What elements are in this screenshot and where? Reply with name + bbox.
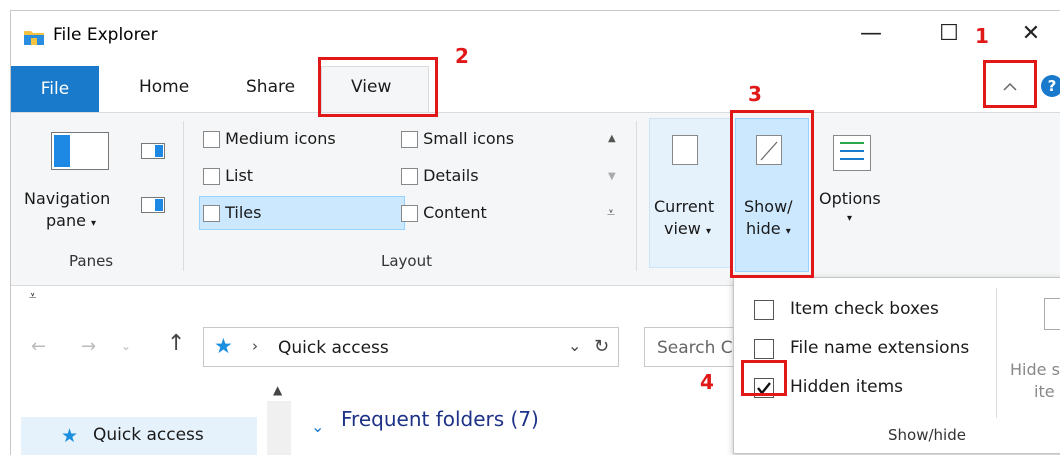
nav-pane-scrollbar[interactable] [267,401,291,455]
current-view-button[interactable]: Current view ▾ [649,118,731,268]
medium-icons-icon [203,131,220,148]
breadcrumb-separator-icon: › [252,337,258,355]
nav-pane-scroll-up-icon[interactable]: ▲ [273,383,282,397]
separator [183,121,184,271]
layout-small-icons[interactable]: Small icons [401,129,514,148]
annotation-box-collapse-ribbon [983,60,1037,108]
navigation-pane-label-1[interactable]: Navigation [24,189,110,208]
details-icon [401,168,418,185]
file-name-extensions-checkbox[interactable] [754,339,774,359]
item-check-boxes-checkbox[interactable] [754,300,774,320]
search-box[interactable]: Search C [644,327,744,367]
tab-home[interactable]: Home [139,77,189,97]
hidden-items-label[interactable]: Hidden items [790,377,903,397]
details-pane-icon[interactable] [141,197,165,213]
content-icon [401,205,418,222]
current-view-icon [672,135,698,165]
tab-share[interactable]: Share [246,77,295,97]
nav-pane-quick-access[interactable]: ★ Quick access [21,417,257,455]
app-icon [23,27,45,47]
layout-scroll-up-icon[interactable]: ▲ [608,133,616,144]
layout-expand-icon[interactable]: ⩡ [607,205,615,221]
close-button[interactable]: ✕ [1011,21,1051,46]
annotation-number-3: 3 [748,82,762,106]
options-icon [833,135,871,171]
options-dropdown-icon[interactable]: ▾ [847,213,852,224]
layout-gallery: Medium icons Small icons List Details Ti… [193,123,593,235]
options-button[interactable]: Options [819,189,881,208]
annotation-box-view-tab [318,57,438,117]
customize-toolbar-icon[interactable]: ⩡ [29,289,36,304]
hide-selected-label-2[interactable]: ite [1034,382,1055,401]
annotation-number-1: 1 [975,24,989,48]
annotation-box-show-hide [730,110,814,278]
layout-content[interactable]: Content [401,203,487,222]
hide-selected-label-1[interactable]: Hide se [1010,360,1060,379]
window-title: File Explorer [53,25,158,45]
layout-medium-icons[interactable]: Medium icons [203,129,336,148]
tab-file[interactable]: File [11,66,99,112]
navigation-pane-label-2[interactable]: pane ▾ [46,211,96,230]
maximize-button[interactable]: ☐ [929,21,969,46]
preview-pane-icon[interactable] [141,143,165,159]
list-icon [203,168,220,185]
panes-group-label: Panes [69,252,114,270]
layout-details[interactable]: Details [401,166,479,185]
frequent-folders-header[interactable]: Frequent folders (7) [341,407,539,431]
collapse-section-icon[interactable]: ⌄ [311,417,324,436]
annotation-number-2: 2 [455,44,469,68]
separator [996,288,997,418]
forward-button[interactable]: → [81,336,96,357]
refresh-icon[interactable]: ↻ [594,336,609,357]
address-dropdown-icon[interactable]: ⌄ [568,336,581,355]
up-button[interactable]: ↑ [167,331,185,356]
current-view-label-2: view ▾ [664,219,711,238]
help-icon[interactable]: ? [1041,75,1060,97]
minimize-button[interactable]: — [851,21,891,46]
show-hide-group-label: Show/hide [888,426,966,444]
hide-selected-icon [1044,298,1060,330]
annotation-number-4: 4 [700,370,714,394]
back-button[interactable]: ← [31,336,46,357]
quick-access-star-icon: ★ [61,425,79,447]
annotation-box-hidden-items [741,360,787,396]
current-view-label-1: Current [654,197,715,216]
ribbon: Navigation pane ▾ Panes Medium icons Sma… [11,112,1060,286]
layout-list[interactable]: List [203,166,253,185]
layout-group-label: Layout [381,252,432,270]
file-explorer-window: File Explorer — ☐ ✕ File Home Share View… [10,10,1060,455]
search-placeholder: Search C [657,338,733,358]
quick-access-star-icon: ★ [214,334,233,358]
tiles-icon [203,205,220,222]
recent-locations-icon[interactable]: ⌄ [121,339,131,353]
layout-tiles[interactable]: Tiles [203,203,261,222]
small-icons-icon [401,131,418,148]
address-bar[interactable]: ★ › Quick access ⌄ ↻ [203,327,619,367]
separator [636,121,637,271]
item-check-boxes-label[interactable]: Item check boxes [790,299,939,319]
file-name-extensions-label[interactable]: File name extensions [790,338,969,358]
address-path[interactable]: Quick access [278,338,389,358]
quick-access-label: Quick access [93,425,204,445]
navigation-pane-icon [51,132,109,170]
layout-scroll-down-icon[interactable]: ▼ [608,171,616,182]
